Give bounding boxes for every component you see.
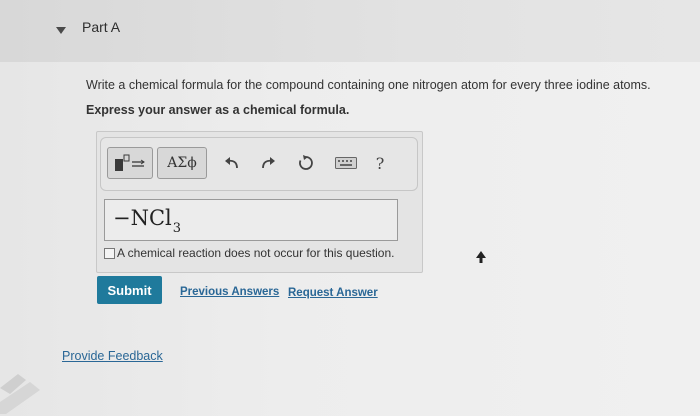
templates-button[interactable] <box>107 147 153 179</box>
no-reaction-option[interactable]: A chemical reaction does not occur for t… <box>104 246 394 260</box>
no-reaction-label: A chemical reaction does not occur for t… <box>117 246 395 260</box>
keyboard-icon[interactable] <box>333 152 359 174</box>
formula-subscript: 3 <box>172 221 182 236</box>
help-button[interactable]: ? <box>369 152 391 174</box>
mouse-cursor-icon <box>476 251 486 263</box>
provide-feedback-link[interactable]: Provide Feedback <box>62 349 163 363</box>
templates-icon <box>115 154 145 171</box>
submit-button[interactable]: Submit <box>97 276 162 304</box>
formula-input[interactable]: −NCl3 <box>104 199 398 241</box>
request-answer-link[interactable]: Request Answer <box>288 287 378 299</box>
part-title: Part A <box>82 19 121 35</box>
answer-instruction: Express your answer as a chemical formul… <box>86 103 350 117</box>
question-text: Write a chemical formula for the compoun… <box>86 78 651 92</box>
undo-icon[interactable] <box>221 152 243 174</box>
collapse-caret-icon[interactable] <box>56 27 66 34</box>
redo-icon[interactable] <box>257 152 279 174</box>
reset-icon[interactable] <box>295 152 317 174</box>
formula-value: −NCl3 <box>113 206 181 236</box>
no-reaction-checkbox[interactable] <box>104 247 115 259</box>
corner-decoration-icon <box>0 374 40 414</box>
previous-answers-link[interactable]: Previous Answers <box>180 286 279 298</box>
part-header[interactable]: Part A <box>0 0 700 62</box>
page: Part A Write a chemical formula for the … <box>0 0 700 416</box>
formula-main: −NCl <box>113 206 172 230</box>
editor-toolbar: ΑΣϕ ? <box>100 137 418 191</box>
symbols-button[interactable]: ΑΣϕ <box>157 147 207 179</box>
